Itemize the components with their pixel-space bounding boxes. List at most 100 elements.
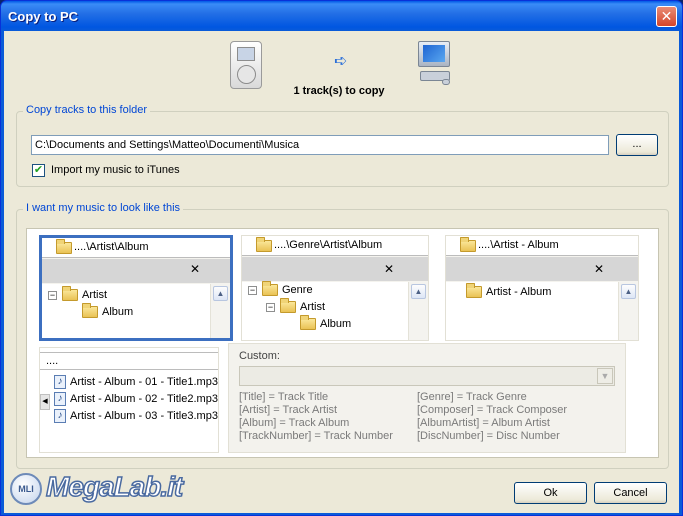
tree-item: Album [300,315,352,331]
tree-item-label: Artist [300,301,326,313]
close-icon: ✕ [383,262,394,276]
scroll-up-icon[interactable]: ▲ [213,286,228,301]
music-file-icon: ♪ [54,375,66,389]
folder-path-input[interactable] [31,135,609,155]
dialog-window: Copy to PC ✕ ➪ 1 track(s) to copy Copy t… [0,0,683,516]
close-icon: ✕ [189,262,200,276]
style-path-text: .... [46,355,59,367]
close-icon: ✕ [593,262,604,276]
token-help: [Composer] = Track Composer [417,404,568,416]
scroll-left-icon[interactable]: ◀ [40,394,50,410]
tree-item-label: Artist [82,289,108,301]
style-scrollbar[interactable]: ▲ [210,284,230,338]
monitor-shape [418,41,450,67]
token-help: [Genre] = Track Genre [417,391,527,403]
watermark-text: MegaLab.it [45,470,184,503]
file-name: Artist - Album - 03 - Title3.mp3 [70,409,218,422]
title-bar: Copy to PC [1,1,682,31]
collapse-icon: − [266,301,275,312]
style-path-text: ....\Genre\Artist\Album [274,239,383,251]
folder-icon [256,237,272,252]
close-button[interactable]: ✕ [656,6,677,27]
folder-icon [460,237,476,252]
style-path-text: ....\Artist - Album [478,239,559,251]
folder-structure-legend: I want my music to look like this [23,202,184,214]
custom-label: Custom: [239,350,280,362]
folder-icon [466,283,482,299]
token-help: [DiscNumber] = Disc Number [417,430,560,442]
browse-button[interactable]: ... [616,134,658,156]
style-scrollbar[interactable]: ▲ [408,282,428,340]
track-count-label: 1 track(s) to copy [293,85,385,97]
computer-icon [414,39,454,87]
style-header-band [446,257,638,281]
token-help: [AlbumArtist] = Album Artist [417,417,550,429]
token-help: [Title] = Track Title [239,391,329,403]
token-help: [Artist] = Track Artist [239,404,338,416]
tree-item-label: Album [320,318,352,330]
style-option-artist-album[interactable]: ....\Artist\Album ✕ − Artist Album ▲ [39,235,233,341]
music-file-icon: ♪ [54,392,66,406]
folder-icon [62,286,78,302]
folder-icon [82,303,98,319]
collapse-icon: − [248,284,257,295]
folder-icon [56,239,72,254]
watermark-logo-icon: MLI [10,473,42,505]
window-title: Copy to PC [8,9,79,24]
tree-item: − Artist [266,298,326,314]
site-watermark: MLI MegaLab.it [8,467,198,511]
ok-button[interactable]: Ok [514,482,587,504]
tree-item-label: Album [102,306,134,318]
folder-icon [300,315,316,331]
style-path-bar: ....\Artist\Album [42,238,230,258]
mouse-shape [442,79,450,85]
file-item: ♪ Artist - Album - 03 - Title3.mp3 [54,409,218,423]
structure-options-area: ....\Artist\Album ✕ − Artist Album ▲ ...… [26,228,659,458]
style-path-bar: ....\Artist - Album [446,236,638,256]
style-tree: − Genre − Artist Album [242,281,408,340]
folder-structure-group: I want my music to look like this ....\A… [16,202,669,469]
cancel-button[interactable]: Cancel [594,482,667,504]
file-name: Artist - Album - 01 - Title1.mp3 [70,375,218,388]
folder-icon [262,281,278,297]
file-name: Artist - Album - 02 - Title2.mp3 [70,392,218,405]
style-option-artist-dash-album[interactable]: ....\Artist - Album ✕ Artist - Album ▲ [445,235,639,341]
dialog-client-area: ➪ 1 track(s) to copy Copy tracks to this… [4,31,679,513]
ipod-wheel [237,65,256,84]
copy-summary: ➪ 1 track(s) to copy [4,31,679,103]
style-path-bar: ....\Genre\Artist\Album [242,236,428,256]
import-itunes-label[interactable]: Import my music to iTunes [51,164,180,176]
style-tree: − Artist Album [42,284,210,338]
style-header-band [242,257,428,281]
scroll-up-icon[interactable]: ▲ [411,284,426,299]
tree-item-label: Genre [282,284,313,296]
tree-item: − Genre [248,281,313,297]
style-option-flat-files[interactable]: .... ◀ ♪ Artist - Album - 01 - Title1.mp3… [39,347,219,453]
style-header-band [42,259,230,283]
custom-pattern-combobox[interactable]: ▼ [239,366,615,386]
custom-style-panel: Custom: ▼ [Title] = Track Title [Artist]… [228,343,626,453]
tree-item: Artist - Album [466,283,552,299]
tree-item-label: Artist - Album [486,286,552,298]
folder-icon [280,298,296,314]
destination-folder-legend: Copy tracks to this folder [23,104,151,116]
style-option-genre-artist-album[interactable]: ....\Genre\Artist\Album ✕ − Genre − Artist… [241,235,429,341]
arrow-right-icon: ➪ [334,53,348,70]
ipod-icon [230,41,262,89]
token-help: [TrackNumber] = Track Number [239,430,393,442]
destination-folder-group: Copy tracks to this folder ... ✔ Import … [16,104,669,187]
music-file-icon: ♪ [54,409,66,423]
tree-item: − Artist [48,286,108,302]
style-path-text: ....\Artist\Album [74,241,149,253]
style-scrollbar[interactable]: ▲ [618,282,638,340]
style-path-bar: .... [40,352,218,370]
file-item: ♪ Artist - Album - 02 - Title2.mp3 [54,392,218,406]
tree-item: Album [82,303,134,319]
import-itunes-checkbox[interactable]: ✔ [32,164,45,177]
ipod-screen [237,47,255,61]
chevron-down-icon[interactable]: ▼ [597,368,613,384]
style-tree: Artist - Album [446,282,618,340]
file-item: ♪ Artist - Album - 01 - Title1.mp3 [54,375,218,389]
token-help: [Album] = Track Album [239,417,350,429]
scroll-up-icon[interactable]: ▲ [621,284,636,299]
